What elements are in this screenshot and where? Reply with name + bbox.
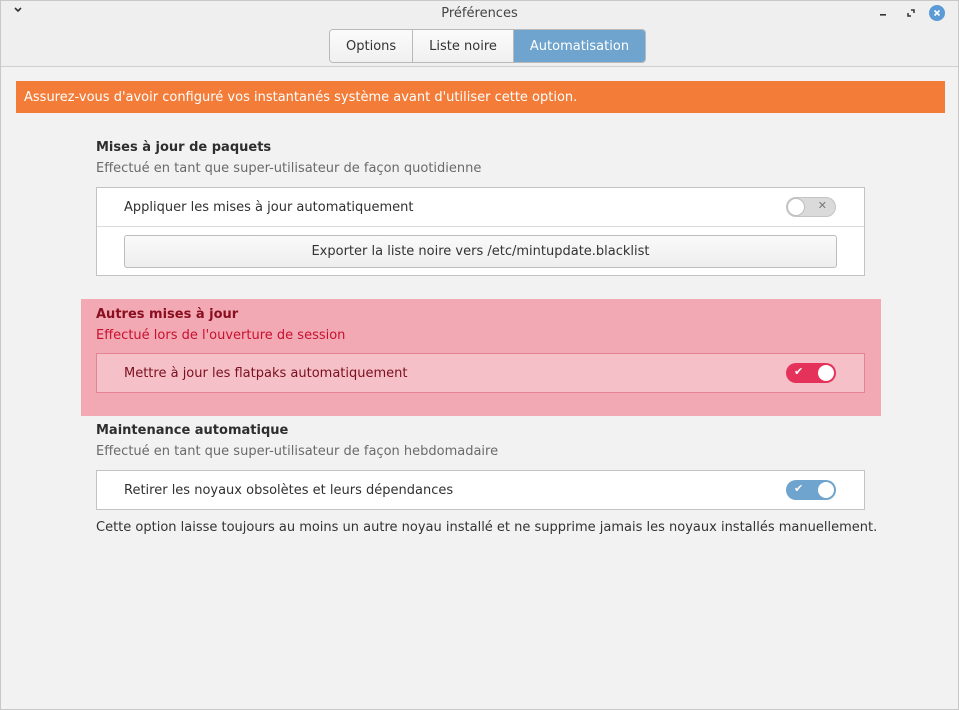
maintenance-section-title: Maintenance automatique (96, 423, 289, 438)
auto-updates-row: Appliquer les mises à jour automatiqueme… (97, 188, 864, 226)
flatpak-toggle[interactable]: ✔ (786, 363, 836, 383)
title-bar: Préférences Options Liste noire Automati… (1, 1, 958, 67)
kernels-toggle[interactable]: ✔ (786, 480, 836, 500)
tab-blacklist[interactable]: Liste noire (413, 30, 514, 62)
tab-automation[interactable]: Automatisation (513, 30, 646, 62)
maximize-button[interactable] (903, 5, 919, 21)
kernels-note: Cette option laisse toujours au moins un… (96, 520, 878, 535)
maintenance-section-subtitle: Effectué en tant que super-utilisateur d… (96, 444, 499, 459)
packages-section-subtitle: Effectué en tant que super-utilisateur d… (96, 161, 482, 176)
close-icon (929, 5, 945, 21)
toggle-knob (787, 198, 805, 216)
maximize-icon (907, 9, 915, 17)
minimize-icon (880, 14, 886, 16)
preferences-window: Préférences Options Liste noire Automati… (0, 0, 959, 710)
close-button[interactable] (929, 5, 945, 21)
window-title: Préférences (441, 6, 518, 21)
other-updates-section: Autres mises à jour Effectué lors de l'o… (81, 299, 881, 416)
auto-updates-label: Appliquer les mises à jour automatiqueme… (124, 199, 414, 215)
toggle-knob (818, 365, 834, 381)
check-icon: ✔ (794, 482, 804, 495)
flatpak-label: Mettre à jour les flatpaks automatiqueme… (124, 365, 408, 381)
toggle-knob (818, 482, 834, 498)
warning-banner: Assurez-vous d'avoir configuré vos insta… (16, 81, 945, 113)
maintenance-settings-box: Retirer les noyaux obsolètes et leurs dé… (96, 470, 865, 510)
export-blacklist-button[interactable]: Exporter la liste noire vers /etc/mintup… (124, 235, 837, 268)
packages-section-title: Mises à jour de paquets (96, 140, 272, 155)
other-updates-box: Mettre à jour les flatpaks automatiqueme… (96, 353, 865, 393)
cross-icon: ✕ (817, 199, 827, 212)
tab-switcher: Options Liste noire Automatisation (329, 29, 647, 63)
export-row: Exporter la liste noire vers /etc/mintup… (97, 226, 864, 275)
tab-options[interactable]: Options (330, 30, 414, 62)
other-updates-subtitle: Effectué lors de l'ouverture de session (96, 328, 346, 343)
packages-settings-box: Appliquer les mises à jour automatiqueme… (96, 187, 865, 276)
kernels-row: Retirer les noyaux obsolètes et leurs dé… (97, 471, 864, 509)
check-icon: ✔ (794, 365, 804, 378)
auto-updates-toggle[interactable]: ✕ (786, 197, 836, 217)
kernels-label: Retirer les noyaux obsolètes et leurs dé… (124, 482, 454, 498)
other-updates-title: Autres mises à jour (96, 307, 239, 322)
minimize-button[interactable] (875, 5, 891, 21)
flatpak-row: Mettre à jour les flatpaks automatiqueme… (97, 354, 864, 392)
